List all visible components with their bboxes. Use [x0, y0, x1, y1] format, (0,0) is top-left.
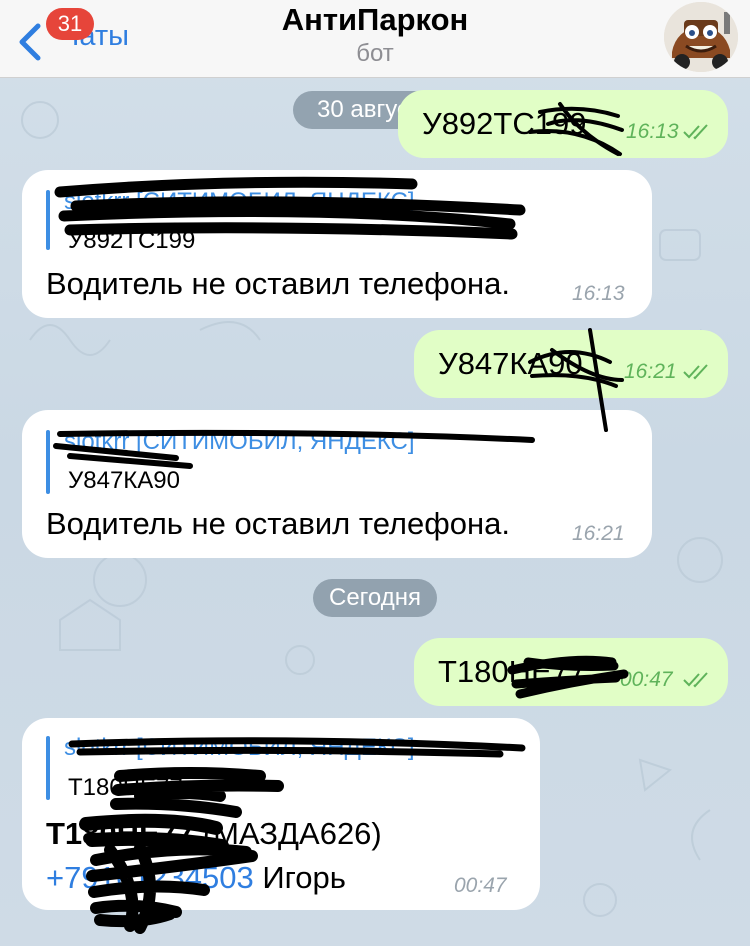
outgoing-message[interactable]: У847КА90 16:21	[414, 330, 728, 398]
quote-text: У847КА90	[68, 467, 180, 494]
incoming-message[interactable]: slotkrr [СИТИМОБИЛ, ЯНДЕКС] У892ТС199 Во…	[22, 170, 652, 318]
quote-text: Т180НЕ77	[68, 774, 183, 801]
contact-line: +79161234503 Игорь	[46, 860, 346, 896]
message-time: 16:21	[572, 522, 625, 545]
chat-subtitle: бот	[356, 40, 394, 67]
double-check-icon	[683, 672, 708, 688]
quote-author: slotkrr [СИТИМОБИЛ, ЯНДЕКС]	[64, 188, 415, 215]
bot-avatar-icon[interactable]	[664, 2, 738, 72]
quote-bar	[46, 430, 50, 494]
incoming-message[interactable]: slotkrr [СИТИМОБИЛ, ЯНДЕКС] У847КА90 Вод…	[22, 410, 652, 558]
quote-text: У892ТС199	[68, 227, 196, 254]
quote-bar	[46, 736, 50, 800]
date-separator: Сегодня	[313, 579, 437, 617]
quote-author: slotkrr [СИТИМОБИЛ, ЯНДЕКС]	[64, 428, 415, 455]
message-time: 16:21	[624, 360, 677, 383]
message-text: У847КА90	[438, 346, 583, 381]
message-time: 16:13	[572, 282, 625, 305]
quote-author: slotkrr [СИТИМОБИЛ, ЯНДЕКС]	[64, 734, 415, 761]
message-time: 00:47	[620, 668, 673, 691]
message-text: У892ТС199	[422, 106, 587, 141]
message-time: 16:13	[626, 120, 679, 143]
double-check-icon	[683, 364, 708, 380]
chat-title[interactable]: АнтиПаркон	[0, 2, 750, 38]
message-time: 00:47	[454, 874, 507, 897]
message-text: Водитель не оставил телефона.	[46, 506, 510, 541]
car-description: Т180НЕ77 (МАЗДА626)	[46, 816, 382, 852]
phone-link[interactable]: +79161234503	[46, 860, 254, 895]
contact-name: Игорь	[253, 860, 346, 895]
incoming-message[interactable]: slotkrr [СИТИМОБИЛ, ЯНДЕКС] Т180НЕ77 Т18…	[22, 718, 540, 910]
outgoing-message[interactable]: У892ТС199 16:13	[398, 90, 728, 158]
car-model: (МАЗДА626)	[194, 816, 382, 851]
outgoing-message[interactable]: Т180НЕ77 00:47	[414, 638, 728, 706]
message-text: Водитель не оставил телефона.	[46, 266, 510, 301]
plate-number: Т180НЕ77	[46, 816, 195, 851]
quote-bar	[46, 190, 50, 250]
double-check-icon	[683, 124, 708, 140]
message-text: Т180НЕ77	[438, 654, 587, 689]
chat-header: Чаты 31 АнтиПаркон бот	[0, 0, 750, 78]
